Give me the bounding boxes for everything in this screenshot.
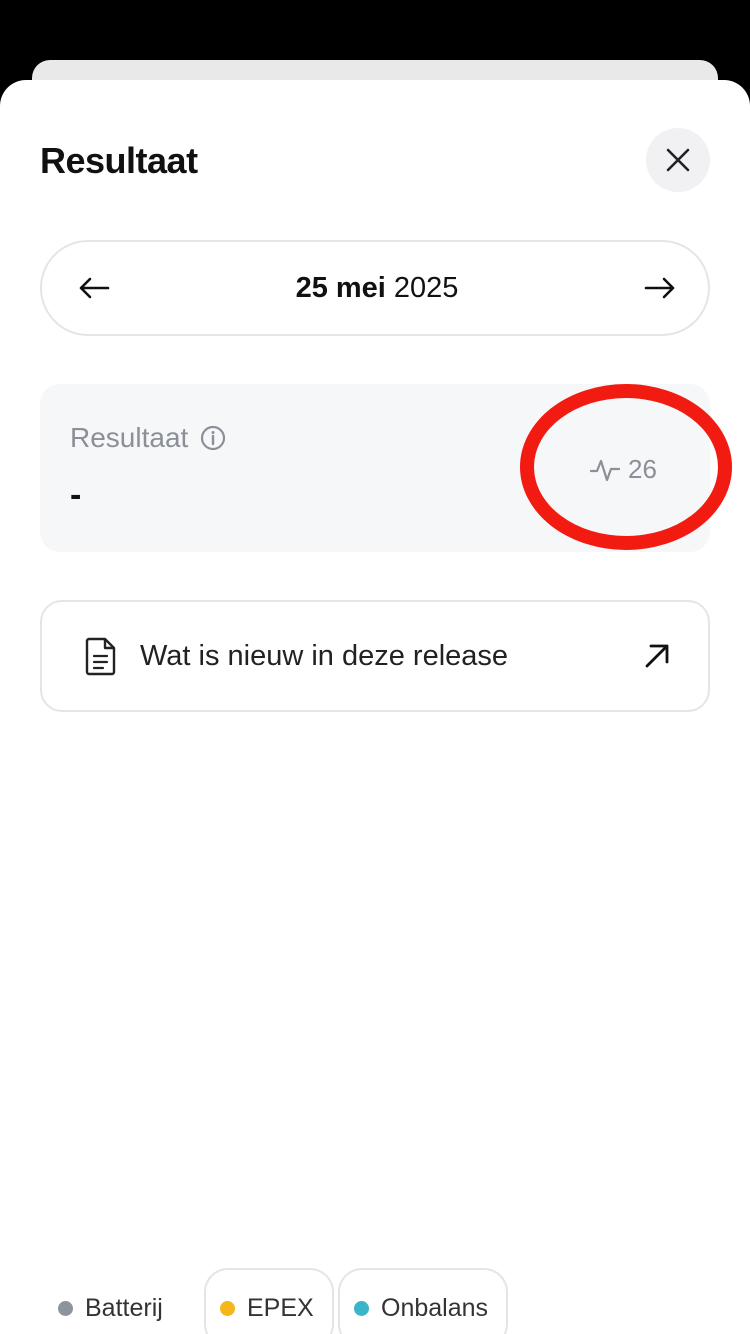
arrow-left-icon [79, 277, 110, 299]
page-title: Resultaat [40, 140, 198, 181]
arrow-right-icon [644, 277, 675, 299]
highlight-circle [520, 384, 732, 550]
legend-label-epex: EPEX [247, 1293, 314, 1322]
legend-label-batterij: Batterij [85, 1293, 163, 1322]
date-navigator: 25 mei 2025 [40, 240, 710, 336]
legend-item-epex[interactable]: EPEX [204, 1268, 334, 1334]
legend-label-onbalans: Onbalans [381, 1293, 489, 1322]
result-label: Resultaat [70, 422, 189, 453]
legend-dot-epex [220, 1300, 235, 1316]
price-chart[interactable]: 0%25%50%75%100%€-0.09-0.020.040.11210309 [0, 830, 750, 1220]
release-notes-link[interactable]: Wat is nieuw in deze release [40, 600, 710, 712]
info-icon[interactable] [200, 425, 226, 451]
result-sheet: Resultaat 25 mei 2025 Resultaat - 26 Wat… [0, 80, 750, 1334]
external-link-arrow-icon [645, 644, 669, 668]
result-value: - [70, 476, 82, 514]
legend-dot-batterij [58, 1300, 73, 1316]
result-label-row: Resultaat [70, 422, 226, 454]
legend-item-onbalans[interactable]: Onbalans [338, 1268, 509, 1334]
date-day-month: 25 mei [295, 271, 386, 304]
release-notes-label: Wat is nieuw in deze release [140, 639, 509, 672]
chart-legend: Batterij EPEX Onbalans [0, 1268, 750, 1334]
date-year: 2025 [393, 271, 459, 304]
document-icon [85, 637, 116, 676]
legend-item-batterij[interactable]: Batterij [58, 1268, 163, 1334]
next-day-button[interactable] [642, 270, 678, 306]
legend-dot-onbalans [354, 1300, 369, 1316]
current-date: 25 mei 2025 [296, 272, 459, 305]
close-icon [666, 148, 690, 172]
previous-day-button[interactable] [76, 270, 112, 306]
close-button[interactable] [646, 128, 710, 192]
